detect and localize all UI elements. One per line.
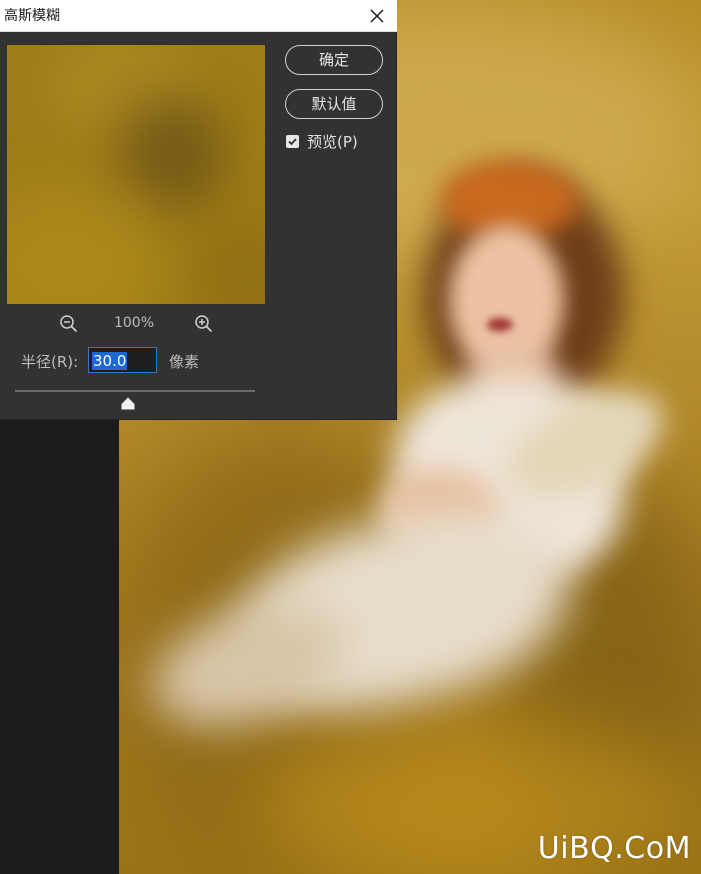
close-icon bbox=[370, 9, 384, 23]
preview-checkbox[interactable] bbox=[286, 134, 299, 148]
checkmark-icon bbox=[288, 137, 297, 145]
dialog-title: 高斯模糊 bbox=[4, 8, 60, 24]
radius-value: 30.0 bbox=[92, 352, 128, 370]
preview-label: 预览(P) bbox=[307, 132, 358, 151]
radius-input[interactable]: 30.0 bbox=[88, 347, 157, 373]
zoom-out-button[interactable] bbox=[59, 314, 79, 338]
zoom-out-icon bbox=[60, 315, 78, 333]
ok-button[interactable]: 确定 bbox=[285, 45, 383, 75]
dialog-titlebar[interactable]: 高斯模糊 bbox=[0, 0, 397, 32]
preview-toggle[interactable]: 预览(P) bbox=[286, 131, 358, 151]
zoom-level: 100% bbox=[113, 315, 155, 331]
workspace: UiBQ.CoM 高斯模糊 确定 默认值 预览(P) 100% 半径(R): 3… bbox=[0, 0, 701, 874]
default-button[interactable]: 默认值 bbox=[285, 89, 383, 119]
radius-slider-thumb[interactable] bbox=[120, 395, 136, 410]
zoom-in-icon bbox=[195, 315, 213, 333]
unit-label: 像素 bbox=[169, 353, 200, 371]
zoom-in-button[interactable] bbox=[194, 314, 214, 338]
preview-blur-region bbox=[187, 215, 265, 304]
photo-lips-region bbox=[487, 318, 513, 332]
watermark: UiBQ.CoM bbox=[537, 831, 691, 866]
zoom-controls: 100% bbox=[0, 312, 272, 336]
radius-slider-track[interactable] bbox=[15, 390, 255, 392]
gaussian-blur-dialog: 高斯模糊 确定 默认值 预览(P) 100% 半径(R): 30.0 像素 bbox=[0, 0, 397, 420]
close-button[interactable] bbox=[365, 4, 389, 28]
preview-blur-region bbox=[117, 95, 227, 215]
radius-label: 半径(R): bbox=[21, 353, 79, 371]
filter-preview[interactable] bbox=[7, 45, 265, 304]
slider-thumb-icon bbox=[121, 397, 135, 410]
